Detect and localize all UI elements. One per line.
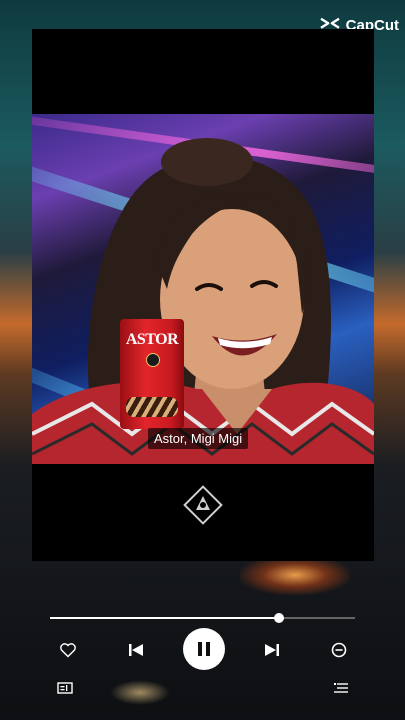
person-image: [32, 138, 374, 464]
background-glow: [240, 555, 350, 595]
playlist-button[interactable]: [332, 680, 350, 696]
seek-bar[interactable]: [50, 613, 355, 623]
lyrics-icon: [57, 682, 73, 694]
channel-logo-icon: [183, 485, 223, 525]
lyrics-button[interactable]: [56, 680, 74, 696]
product-can: ASTOR: [120, 319, 184, 429]
next-button[interactable]: [262, 640, 282, 660]
pause-button[interactable]: [183, 628, 225, 670]
wafer-rolls: [126, 397, 178, 417]
heart-icon: [60, 643, 76, 658]
minus-circle-icon: [331, 642, 347, 658]
skip-previous-icon: [129, 644, 143, 656]
skip-next-icon: [265, 644, 279, 656]
pause-icon: [198, 642, 210, 656]
can-emblem: [146, 353, 160, 367]
seek-fill: [50, 617, 279, 619]
remove-button[interactable]: [329, 640, 349, 660]
video-frame[interactable]: ASTOR Astor, Migi Migi: [32, 29, 374, 561]
video-content[interactable]: ASTOR Astor, Migi Migi: [32, 114, 374, 464]
like-button[interactable]: [58, 640, 78, 660]
product-brand-text: ASTOR: [125, 331, 179, 348]
playlist-icon: [334, 683, 348, 693]
video-caption: Astor, Migi Migi: [148, 428, 249, 449]
background-glow-small: [110, 680, 170, 705]
previous-button[interactable]: [126, 640, 146, 660]
seek-handle[interactable]: [273, 613, 284, 623]
